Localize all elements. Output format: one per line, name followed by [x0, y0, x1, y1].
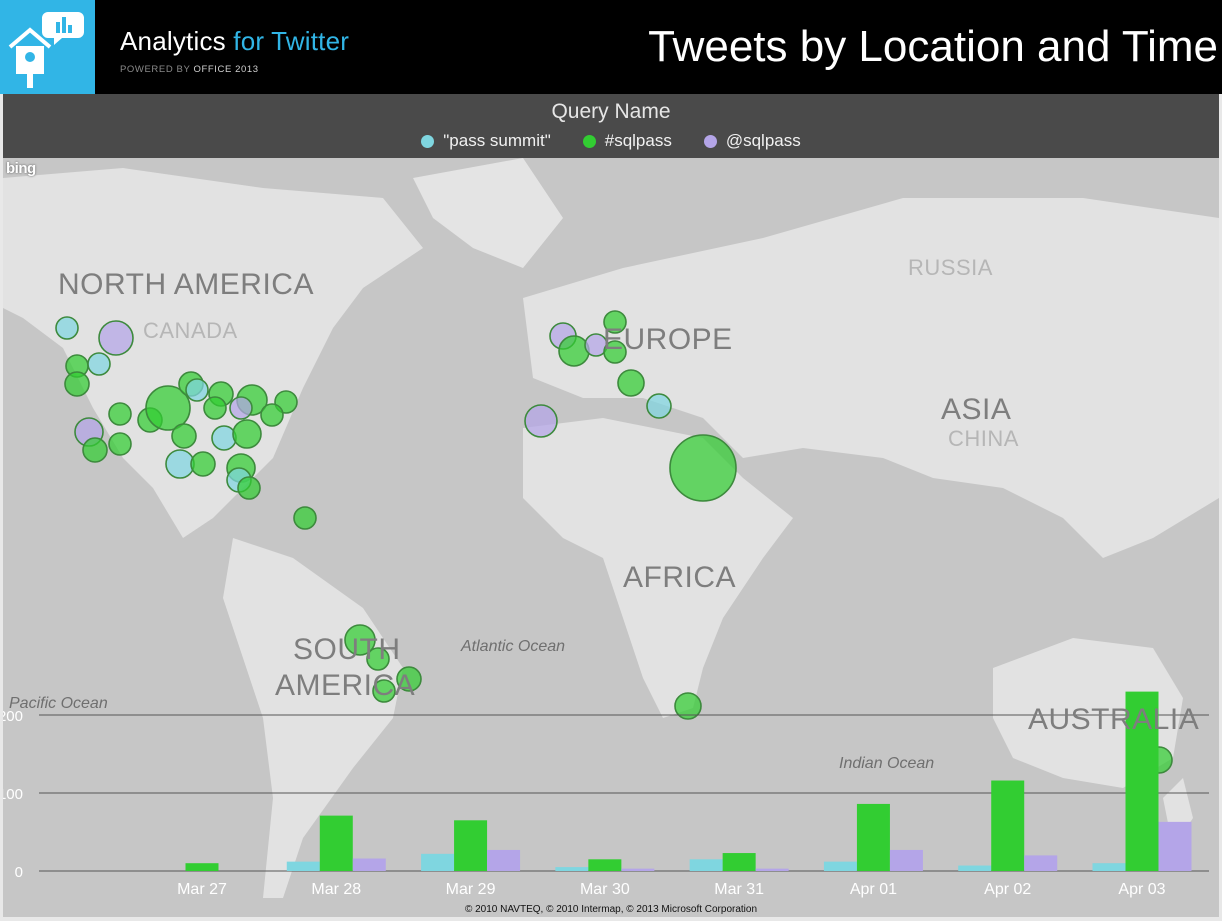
frame-bottom: [0, 917, 1222, 921]
label-australia: AUSTRALIA: [1028, 703, 1200, 736]
chart-bar[interactable]: [352, 858, 386, 871]
chart-bar[interactable]: [689, 859, 723, 871]
frame-left: [0, 94, 3, 921]
location-bubble[interactable]: [211, 425, 237, 451]
location-bubble[interactable]: [232, 419, 262, 449]
location-bubble[interactable]: [229, 396, 253, 420]
chart-bar[interactable]: [856, 803, 890, 871]
y-tick-label: 0: [15, 864, 23, 881]
x-tick-label: Mar 29: [446, 881, 496, 898]
chart-bar[interactable]: [454, 820, 488, 871]
location-bubble[interactable]: [108, 432, 132, 456]
location-bubble[interactable]: [64, 371, 90, 397]
app-header: Analytics for Twitter POWERED BY OFFICE …: [0, 0, 1222, 94]
label-europe: EUROPE: [603, 323, 733, 356]
app-name-accent: for Twitter: [233, 26, 350, 56]
powered-prefix: POWERED BY: [120, 64, 194, 75]
x-tick-label: Mar 27: [177, 881, 227, 898]
bing-logo: bing: [6, 160, 36, 177]
chart-bar[interactable]: [755, 868, 789, 871]
legend-label-sqlpass-mention: @sqlpass: [725, 131, 801, 150]
label-south-america-line1: SOUTH: [293, 633, 401, 666]
chart-bar[interactable]: [958, 865, 992, 871]
location-bubble[interactable]: [108, 402, 132, 426]
chart-bar[interactable]: [555, 867, 589, 871]
x-tick-label: Apr 03: [1118, 881, 1165, 898]
location-bubble[interactable]: [646, 393, 672, 419]
legend-marker-sqlpass-hashtag: [582, 134, 596, 148]
label-north-america: NORTH AMERICA: [58, 268, 314, 301]
legend-title: Query Name: [551, 100, 671, 123]
chart-bar[interactable]: [991, 780, 1025, 871]
location-bubble[interactable]: [669, 434, 737, 502]
legend-marker-sqlpass-mention: [703, 134, 717, 148]
chart-bar[interactable]: [319, 815, 353, 871]
powered-product: OFFICE 2013: [193, 64, 259, 75]
chart-bar[interactable]: [621, 868, 655, 871]
chart-bar[interactable]: [1024, 855, 1058, 871]
location-bubble[interactable]: [293, 506, 317, 530]
app-name-main: Analytics: [120, 26, 234, 56]
chart-bar[interactable]: [588, 859, 622, 871]
legend-items: "pass summit" #sqlpass @sqlpass: [3, 131, 1219, 151]
app-name: Analytics for Twitter: [120, 26, 349, 57]
label-russia: RUSSIA: [908, 255, 993, 280]
x-tick-label: Mar 31: [714, 881, 764, 898]
x-tick-label: Mar 28: [311, 881, 361, 898]
chart-bar[interactable]: [421, 853, 455, 871]
page-title: Tweets by Location and Time: [648, 22, 1218, 71]
location-bubble[interactable]: [237, 476, 261, 500]
legend-item-sqlpass-mention[interactable]: @sqlpass: [703, 131, 801, 151]
legend-label-pass-summit: "pass summit": [443, 131, 551, 150]
location-bubble[interactable]: [617, 369, 645, 397]
location-bubble[interactable]: [171, 423, 197, 449]
legend: Query Name "pass summit" #sqlpass @sqlpa…: [3, 94, 1219, 158]
label-atlantic-ocean: Atlantic Ocean: [461, 638, 566, 655]
label-pacific-ocean: Pacific Ocean: [9, 695, 108, 712]
x-tick-label: Apr 02: [984, 881, 1031, 898]
legend-marker-pass-summit: [421, 134, 435, 148]
label-china: CHINA: [948, 426, 1019, 451]
legend-item-pass-summit[interactable]: "pass summit": [421, 131, 551, 151]
chart-bar[interactable]: [286, 861, 320, 871]
location-bubble[interactable]: [87, 352, 111, 376]
x-tick-label: Apr 01: [850, 881, 897, 898]
world-map[interactable]: 0100200Mar 27Mar 28Mar 29Mar 30Mar 31Apr…: [3, 158, 1219, 917]
chart-bar[interactable]: [1092, 863, 1126, 871]
location-bubble[interactable]: [203, 396, 227, 420]
label-canada: CANADA: [143, 318, 238, 343]
powered-by: POWERED BY OFFICE 2013: [120, 64, 259, 75]
chart-bar[interactable]: [722, 853, 756, 871]
location-bubble[interactable]: [82, 437, 108, 463]
label-indian-ocean: Indian Ocean: [839, 755, 935, 772]
chart-bar[interactable]: [823, 861, 857, 871]
location-bubble[interactable]: [524, 404, 558, 438]
location-bubble[interactable]: [260, 403, 284, 427]
location-bubble[interactable]: [98, 320, 134, 356]
chart-bar[interactable]: [1158, 821, 1192, 871]
chart-bar[interactable]: [185, 863, 219, 871]
chart-bar[interactable]: [889, 849, 923, 871]
location-bubble[interactable]: [185, 378, 209, 402]
label-south-america-line2: AMERICA: [275, 669, 416, 702]
legend-item-sqlpass-hashtag[interactable]: #sqlpass: [582, 131, 672, 151]
label-africa: AFRICA: [623, 561, 737, 594]
chart-bar[interactable]: [487, 849, 521, 871]
location-bubble[interactable]: [55, 316, 79, 340]
app-logo: [0, 0, 95, 94]
map-copyright: © 2010 NAVTEQ, © 2010 Intermap, © 2013 M…: [464, 904, 758, 915]
label-asia: ASIA: [941, 393, 1012, 426]
x-tick-label: Mar 30: [580, 881, 630, 898]
birdhouse-icon: [8, 12, 84, 88]
location-bubble[interactable]: [558, 335, 590, 367]
location-bubble[interactable]: [165, 449, 195, 479]
y-tick-label: 100: [3, 786, 23, 803]
location-bubble[interactable]: [190, 451, 216, 477]
legend-label-sqlpass-hashtag: #sqlpass: [604, 131, 672, 150]
